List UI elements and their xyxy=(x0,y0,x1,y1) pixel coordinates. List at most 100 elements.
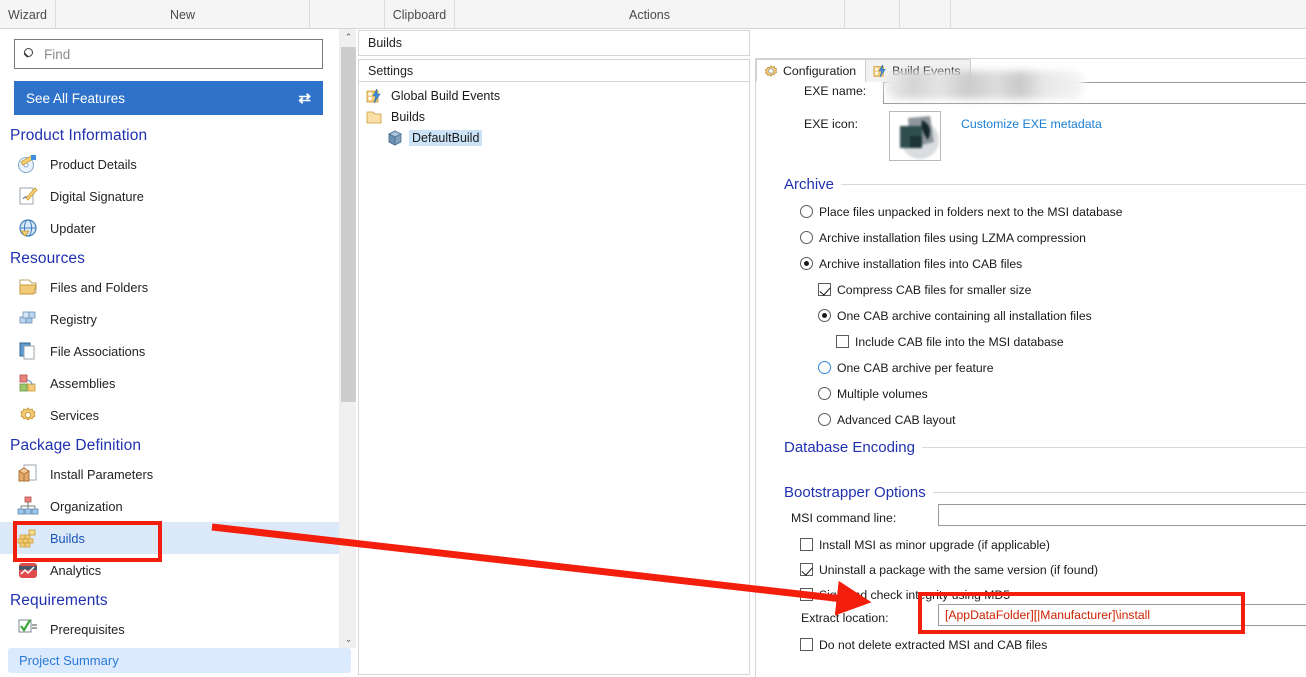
archive-option-one-cab-per-feature[interactable]: One CAB archive per feature xyxy=(818,360,1306,376)
tree-item-global-build-events[interactable]: Global Build Events xyxy=(359,85,749,106)
panel-title-label: Builds xyxy=(368,36,403,50)
tab-configuration[interactable]: Configuration xyxy=(756,59,867,82)
bootstrapper-section-title: Bootstrapper Options xyxy=(784,484,926,501)
checkbox-icon[interactable] xyxy=(818,283,831,296)
services-icon xyxy=(17,404,39,426)
archive-option-lzma[interactable]: Archive installation files using LZMA co… xyxy=(800,230,1306,246)
ribbon-group-new[interactable]: New xyxy=(56,0,310,29)
archive-option-cab[interactable]: Archive installation files into CAB file… xyxy=(800,256,1306,272)
checkbox-icon[interactable] xyxy=(836,335,849,348)
bootstrapper-option-keep-extracted[interactable]: Do not delete extracted MSI and CAB file… xyxy=(800,637,1047,653)
archive-section-title: Archive xyxy=(784,176,835,193)
scrollbar-thumb[interactable] xyxy=(341,47,356,402)
sidebar-item-install-parameters[interactable]: Install Parameters xyxy=(0,458,339,490)
radio-icon[interactable] xyxy=(818,387,831,400)
sidebar-item-registry[interactable]: Registry xyxy=(0,303,339,335)
archive-option-multiple-volumes[interactable]: Multiple volumes xyxy=(818,386,1306,402)
archive-option-include-cab-msi[interactable]: Include CAB file into the MSI database xyxy=(836,334,1306,350)
features-panel-scrollbar[interactable]: ⌃ ⌄ xyxy=(339,29,356,648)
section-divider xyxy=(921,447,1306,448)
search-icon xyxy=(23,47,37,61)
archive-option-compress-cab[interactable]: Compress CAB files for smaller size xyxy=(818,282,1306,298)
sidebar-item-label: Services xyxy=(50,407,100,423)
ribbon-group-wizard[interactable]: Wizard xyxy=(0,0,56,29)
sidebar-item-label: Registry xyxy=(50,311,97,327)
radio-icon[interactable] xyxy=(800,231,813,244)
checkbox-icon[interactable] xyxy=(800,538,813,551)
archive-option-unpacked[interactable]: Place files unpacked in folders next to … xyxy=(800,204,1306,220)
ribbon-group-clipboard[interactable]: Clipboard xyxy=(385,0,455,29)
tree-item-defaultbuild[interactable]: DefaultBuild xyxy=(359,127,749,148)
sidebar-item-label: File Associations xyxy=(50,343,146,359)
database-encoding-section-header: Database Encoding xyxy=(784,439,1306,456)
sidebar-item-assemblies[interactable]: Assemblies xyxy=(0,367,339,399)
checkbox-icon[interactable] xyxy=(800,638,813,651)
radio-icon[interactable] xyxy=(818,361,831,374)
builds-settings-panel: Builds Settings Global Build Events Buil… xyxy=(358,30,750,675)
archive-option-label: Multiple volumes xyxy=(837,387,928,401)
radio-icon[interactable] xyxy=(818,413,831,426)
sidebar-item-analytics[interactable]: Analytics xyxy=(0,554,339,586)
radio-icon[interactable] xyxy=(800,205,813,218)
build-events-icon xyxy=(366,88,382,104)
exe-name-label: EXE name: xyxy=(804,84,867,98)
feature-group-product-information: Product Information xyxy=(10,127,148,144)
archive-option-label: One CAB archive containing all installat… xyxy=(837,309,1092,323)
customize-exe-metadata-link[interactable]: Customize EXE metadata xyxy=(961,117,1102,131)
sidebar-item-label: Digital Signature xyxy=(50,188,144,204)
archive-option-label: One CAB archive per feature xyxy=(837,361,994,375)
checkbox-icon[interactable] xyxy=(800,563,813,576)
sidebar-item-organization[interactable]: Organization xyxy=(0,490,339,522)
sidebar-item-digital-signature[interactable]: Digital Signature xyxy=(0,180,339,212)
sidebar-item-file-associations[interactable]: File Associations xyxy=(0,335,339,367)
bootstrapper-options-section: Bootstrapper Options xyxy=(784,484,1306,501)
project-summary-button[interactable]: Project Summary xyxy=(8,648,351,673)
tree-item-builds[interactable]: Builds xyxy=(359,106,749,127)
see-all-features-button[interactable]: See All Features ⇄ xyxy=(14,81,323,115)
archive-section: Archive Place files unpacked in folders … xyxy=(784,176,1306,428)
msi-command-line-input[interactable] xyxy=(938,504,1306,526)
sidebar-item-files-and-folders[interactable]: Files and Folders xyxy=(0,271,339,303)
radio-icon[interactable] xyxy=(818,309,831,322)
scroll-down-icon[interactable]: ⌄ xyxy=(340,631,357,648)
tab-label: Configuration xyxy=(783,63,857,78)
archive-option-label: Archive installation files using LZMA co… xyxy=(819,231,1086,245)
sidebar-item-label: Assemblies xyxy=(50,375,116,391)
sidebar-item-product-details[interactable]: Product Details xyxy=(0,148,339,180)
sidebar-item-prerequisites[interactable]: Prerequisites xyxy=(0,613,339,645)
sidebar-item-updater[interactable]: Updater xyxy=(0,212,339,244)
archive-option-advanced-cab-layout[interactable]: Advanced CAB layout xyxy=(818,412,1306,428)
checkbox-icon[interactable] xyxy=(800,588,813,601)
tree-item-label: Global Build Events xyxy=(391,88,501,103)
radio-icon[interactable] xyxy=(800,257,813,270)
tree-item-label: DefaultBuild xyxy=(409,129,483,146)
scroll-up-icon[interactable]: ⌃ xyxy=(340,29,357,46)
redaction-overlay xyxy=(884,71,1084,99)
bootstrapper-option-sign-md5[interactable]: Sign and check integrity using MD5 xyxy=(800,587,1010,603)
sidebar-item-builds[interactable]: Builds xyxy=(0,522,339,554)
see-all-features-label: See All Features xyxy=(26,90,126,106)
sidebar-item-label: Updater xyxy=(50,220,96,236)
bootstrapper-option-minor-upgrade[interactable]: Install MSI as minor upgrade (if applica… xyxy=(800,537,1050,553)
folder-icon xyxy=(366,109,382,125)
sidebar-item-services[interactable]: Services xyxy=(0,399,339,431)
bootstrapper-option-uninstall-same-version[interactable]: Uninstall a package with the same versio… xyxy=(800,562,1098,578)
archive-option-label: Archive installation files into CAB file… xyxy=(819,257,1023,271)
sidebar-item-label: Product Details xyxy=(50,156,137,172)
archive-option-one-cab-all[interactable]: One CAB archive containing all installat… xyxy=(818,308,1306,324)
exe-icon-preview[interactable] xyxy=(889,111,941,161)
search-input[interactable]: Find xyxy=(14,39,323,69)
panel-title: Builds xyxy=(358,30,750,56)
panel-subtitle-label: Settings xyxy=(368,63,414,78)
ribbon-group-actions[interactable]: Actions xyxy=(455,0,845,29)
exe-icon-image xyxy=(890,112,940,160)
sidebar-item-label: Files and Folders xyxy=(50,279,149,295)
prerequisites-icon xyxy=(17,618,39,640)
assemblies-icon xyxy=(17,372,39,394)
exe-icon-label: EXE icon: xyxy=(804,117,858,131)
archive-option-label: Place files unpacked in folders next to … xyxy=(819,205,1123,219)
install-parameters-icon xyxy=(17,463,39,485)
sidebar-item-label: Builds xyxy=(50,530,85,546)
search-placeholder: Find xyxy=(44,46,71,62)
extract-location-input[interactable]: [AppDataFolder][|Manufacturer]\install xyxy=(938,604,1306,626)
